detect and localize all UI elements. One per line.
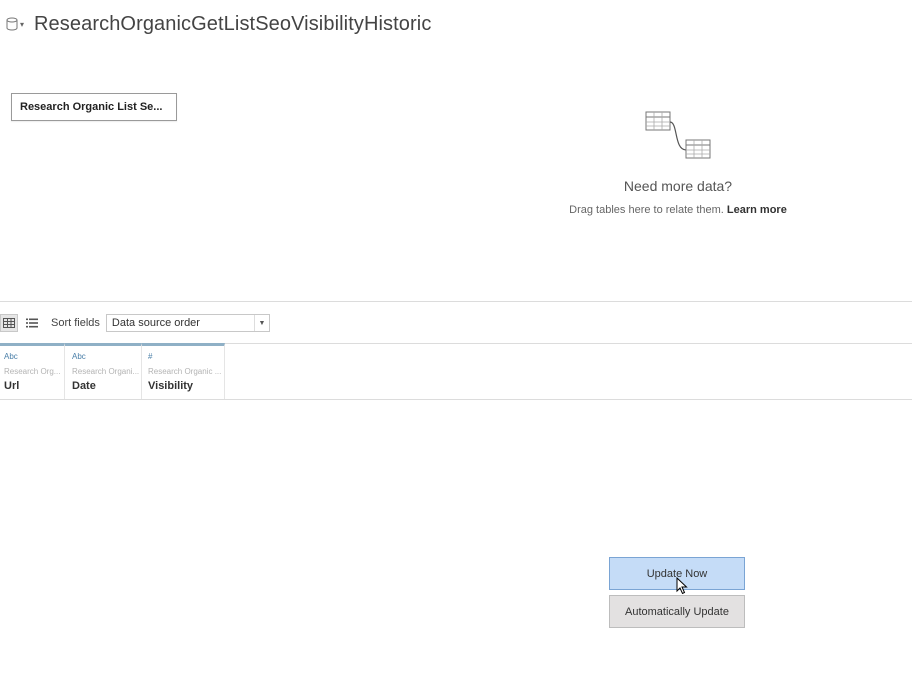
canvas-divider: [0, 301, 912, 302]
sort-fields-dropdown[interactable]: Data source order ▼: [105, 314, 270, 332]
database-icon: [6, 17, 18, 31]
datasource-menu[interactable]: ▾: [6, 17, 24, 31]
field-name: Date: [72, 380, 96, 392]
chevron-down-icon: ▼: [253, 315, 269, 331]
mouse-cursor-icon: [676, 577, 688, 595]
datasource-header: ▾ ResearchOrganicGetListSeoVisibilityHis…: [6, 10, 431, 38]
field-name: Url: [4, 380, 20, 392]
need-more-data-panel: Need more data? Drag tables here to rela…: [540, 110, 816, 216]
grid-toolbar: Sort fields Data source order ▼: [0, 312, 270, 334]
canvas-table-pill[interactable]: Research Organic List Se...: [11, 93, 177, 121]
field-source: Research Organi...: [72, 367, 140, 376]
grid-view-icon: [3, 318, 15, 328]
need-more-data-subtitle: Drag tables here to relate them. Learn m…: [540, 204, 816, 216]
list-view-button[interactable]: [23, 314, 41, 332]
string-type-icon[interactable]: Abc: [4, 352, 64, 364]
list-view-icon: [26, 318, 38, 328]
field-column-date[interactable]: Abc Research Organi... Date: [65, 343, 142, 399]
grid-header-divider: [0, 399, 912, 400]
data-source-page: ▾ ResearchOrganicGetListSeoVisibilityHis…: [0, 0, 912, 693]
learn-more-link[interactable]: Learn more: [727, 204, 787, 216]
sort-fields-label: Sort fields: [51, 317, 100, 329]
field-column-url[interactable]: Abc Research Org... Url: [0, 343, 65, 399]
field-name: Visibility: [148, 380, 194, 392]
field-source: Research Organic ...: [148, 367, 222, 376]
relate-tables-icon: [645, 111, 711, 159]
drag-hint-text: Drag tables here to relate them.: [569, 204, 724, 216]
need-more-data-title: Need more data?: [623, 178, 733, 194]
number-type-icon[interactable]: #: [146, 352, 224, 364]
string-type-icon[interactable]: Abc: [69, 352, 141, 364]
chevron-down-icon: ▾: [20, 19, 25, 29]
page-title[interactable]: ResearchOrganicGetListSeoVisibilityHisto…: [34, 13, 431, 36]
sort-fields-value: Data source order: [111, 317, 200, 329]
field-column-visibility[interactable]: # Research Organic ... Visibility: [142, 343, 225, 399]
grid-view-button[interactable]: [0, 314, 18, 332]
field-source: Research Org...: [4, 367, 61, 376]
automatically-update-button[interactable]: Automatically Update: [609, 595, 745, 628]
field-grid-header: Abc Research Org... Url Abc Research Org…: [0, 343, 225, 399]
